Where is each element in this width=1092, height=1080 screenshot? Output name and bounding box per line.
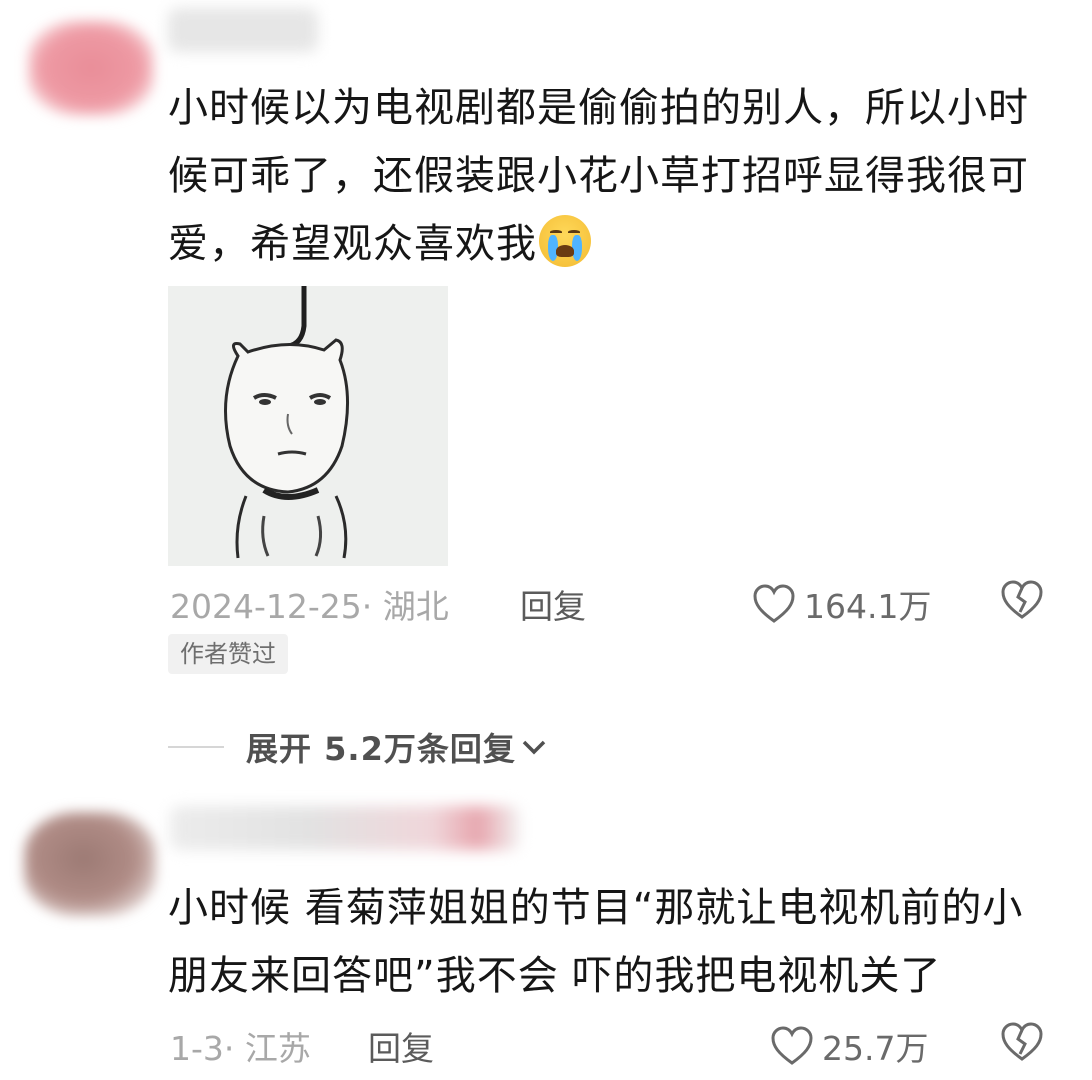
dislike-button[interactable] xyxy=(1000,1022,1044,1070)
comment-list: 小时候以为电视剧都是偷偷拍的别人，所以小时候可乖了，还假装跟小花小草打招呼显得我… xyxy=(0,0,1092,1080)
comment-body: 小时候以为电视剧都是偷偷拍的别人，所以小时候可乖了，还假装跟小花小草打招呼显得我… xyxy=(168,85,1029,267)
username-redacted[interactable] xyxy=(170,806,520,850)
meme-image[interactable] xyxy=(168,286,448,566)
dislike-button[interactable] xyxy=(1000,580,1044,628)
reply-button[interactable]: 回复 xyxy=(520,580,586,628)
divider-line xyxy=(168,746,224,748)
heart-outline-icon xyxy=(753,584,795,623)
comment-text: 小时候 看菊萍姐姐的节目“那就让电视机前的小朋友来回答吧”我不会 吓的我把电视机… xyxy=(168,885,1024,999)
like-button[interactable]: 25.7万 xyxy=(770,1022,928,1070)
loudly-crying-face-icon xyxy=(539,215,591,267)
heart-outline-icon xyxy=(771,1026,813,1065)
comment-date-location: 2024-12-25· 湖北 xyxy=(170,587,449,626)
author-liked-badge: 作者赞过 xyxy=(168,634,288,674)
expand-replies-label: 展开 5.2万条回复 xyxy=(246,730,516,768)
chevron-down-icon xyxy=(522,740,546,755)
like-button[interactable]: 164.1万 xyxy=(752,580,931,628)
broken-heart-icon xyxy=(1001,580,1043,619)
like-count: 164.1万 xyxy=(804,587,932,626)
broken-heart-icon xyxy=(1001,1022,1043,1061)
username-redacted[interactable] xyxy=(168,8,318,52)
comment-text: 小时候以为电视剧都是偷偷拍的别人，所以小时候可乖了，还假装跟小花小草打招呼显得我… xyxy=(168,74,1048,278)
reply-button[interactable]: 回复 xyxy=(368,1022,434,1070)
comment-meta: 2024-12-25· 湖北 回复 164.1万 xyxy=(168,580,1048,626)
comment-date-location: 1-3· 江苏 xyxy=(170,1029,311,1068)
avatar[interactable] xyxy=(28,20,154,116)
avatar[interactable] xyxy=(24,812,156,916)
expand-replies-button[interactable]: 展开 5.2万条回复 xyxy=(168,722,548,772)
comment-meta: 1-3· 江苏 回复 25.7万 xyxy=(168,1022,1048,1068)
like-count: 25.7万 xyxy=(822,1029,929,1068)
